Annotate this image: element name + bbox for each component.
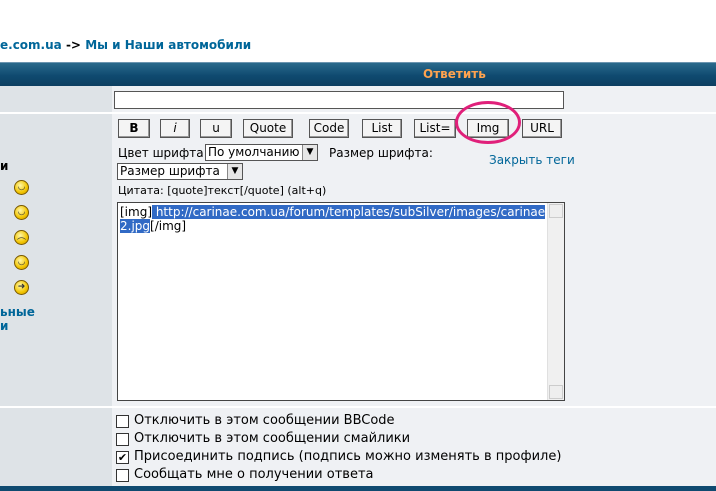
more-emoticons-link[interactable]: ьные и [0, 305, 35, 333]
left-label-fragment: и [0, 159, 9, 173]
checkbox[interactable] [116, 469, 129, 482]
wink-emoticon-icon[interactable]: ◡ [14, 255, 29, 270]
checkbox[interactable] [116, 433, 129, 446]
code-button[interactable]: Code [309, 119, 349, 138]
option-label: Отключить в этом сообщении BBCode [134, 413, 395, 428]
underline-button[interactable]: u [200, 119, 232, 138]
message-textarea[interactable]: [img] http://carinae.com.ua/forum/templa… [117, 202, 565, 401]
chevron-down-icon: ▼ [227, 164, 242, 179]
list-button[interactable]: List [362, 119, 402, 138]
breadcrumb-separator: -> [65, 38, 81, 52]
bold-button[interactable]: B [118, 119, 150, 138]
row-divider [0, 406, 112, 408]
scroll-down-icon[interactable] [549, 385, 563, 399]
italic-button[interactable]: i [160, 119, 190, 138]
font-size-label: Размер шрифта: [329, 146, 433, 160]
option-label: Отключить в этом сообщении смайлики [134, 431, 411, 446]
breadcrumb: e.com.ua -> Мы и Наши автомобили [0, 38, 251, 52]
textarea-scrollbar[interactable] [547, 203, 564, 400]
message-prefix: [img] [120, 205, 153, 219]
checkbox-checked[interactable]: ✔ [116, 451, 129, 464]
row-divider [112, 406, 716, 408]
font-color-label: Цвет шрифта: [118, 146, 208, 160]
sad-emoticon-icon[interactable]: ︵ [14, 230, 29, 245]
message-text[interactable]: [img] http://carinae.com.ua/forum/templa… [120, 205, 546, 233]
scroll-up-icon[interactable] [549, 204, 563, 218]
breadcrumb-site-link[interactable]: e.com.ua [0, 38, 62, 52]
help-hint: Цитата: [quote]текст[/quote] (alt+q) [118, 184, 327, 197]
more-emoticons-link-line2[interactable]: и [0, 319, 35, 333]
url-button[interactable]: URL [522, 119, 562, 138]
arrow-emoticon-icon[interactable]: ➜ [14, 280, 29, 295]
option-label: Присоединить подпись (подпись можно изме… [134, 449, 562, 464]
close-tags-link[interactable]: Закрыть теги [489, 153, 575, 167]
row-divider [0, 112, 112, 114]
message-suffix: [/img] [150, 219, 187, 233]
font-size-value: Размер шрифта [120, 164, 220, 178]
checkbox[interactable] [116, 415, 129, 428]
reply-title: Ответить [423, 67, 486, 81]
font-color-value: По умолчанию [208, 145, 300, 159]
grin-emoticon-icon[interactable]: ◡ [14, 205, 29, 220]
font-color-select[interactable]: По умолчанию ▼ [205, 144, 318, 161]
breadcrumb-section-link[interactable]: Мы и Наши автомобили [85, 38, 251, 52]
ordered-list-button[interactable]: List= [414, 119, 456, 138]
font-size-select[interactable]: Размер шрифта ▼ [117, 163, 243, 180]
option-label: Сообщать мне о получении ответа [134, 467, 374, 482]
more-emoticons-link-line1[interactable]: ьные [0, 305, 35, 319]
quote-button[interactable]: Quote [243, 119, 293, 138]
annotation-circle [455, 101, 521, 144]
reply-header-bar: Ответить [0, 62, 716, 86]
chevron-down-icon: ▼ [302, 145, 317, 160]
row-divider [112, 112, 716, 114]
bottom-bar [0, 486, 716, 491]
laughing-emoticon-icon[interactable]: ◡ [14, 180, 29, 195]
